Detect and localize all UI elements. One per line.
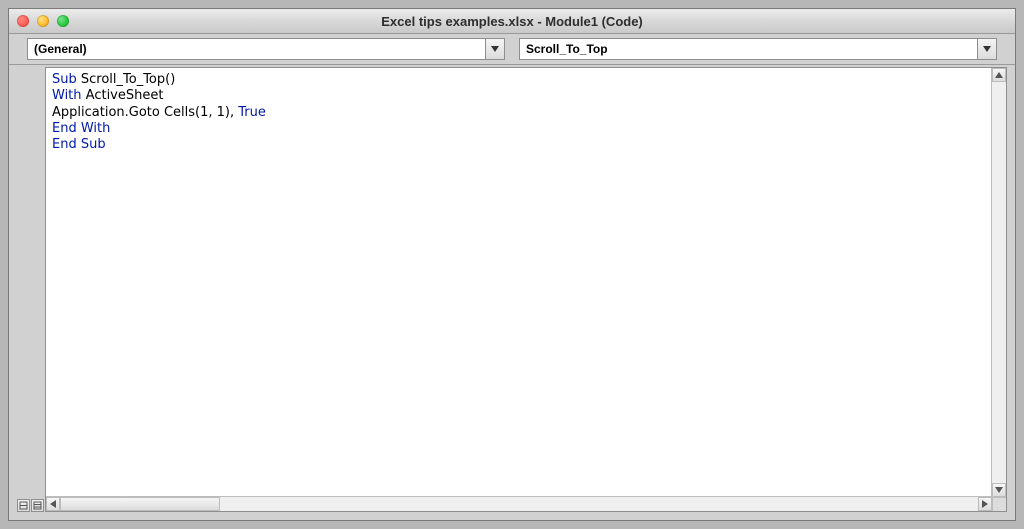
scroll-down-icon[interactable] (992, 483, 1006, 497)
code-keyword: With (52, 88, 82, 103)
traffic-lights (17, 15, 69, 27)
code-text: Application.Goto Cells(1, 1), (52, 105, 238, 120)
scroll-up-icon[interactable] (992, 68, 1006, 82)
code-keyword: End With (52, 121, 110, 136)
zoom-icon[interactable] (57, 15, 69, 27)
code-keyword: True (238, 105, 266, 120)
close-icon[interactable] (17, 15, 29, 27)
code-keyword: End Sub (52, 137, 106, 152)
full-module-view-button[interactable] (31, 499, 44, 512)
minimize-icon[interactable] (37, 15, 49, 27)
code-keyword: Sub (52, 72, 77, 87)
code-text: ActiveSheet (82, 88, 164, 103)
chevron-down-icon[interactable] (485, 39, 504, 59)
view-toggle-gutter (17, 498, 45, 512)
title-bar[interactable]: Excel tips examples.xlsx - Module1 (Code… (9, 9, 1015, 34)
scope-dropdown-value: (General) (28, 42, 485, 56)
procedure-dropdown-value: Scroll_To_Top (520, 42, 977, 56)
window-title: Excel tips examples.xlsx - Module1 (Code… (381, 14, 643, 29)
procedure-dropdown[interactable]: Scroll_To_Top (519, 38, 997, 60)
horizontal-scroll-thumb[interactable] (60, 497, 220, 511)
editor-frame: Sub Scroll_To_Top() With ActiveSheet App… (45, 67, 1007, 512)
chevron-down-icon[interactable] (977, 39, 996, 59)
dropdown-bar: (General) Scroll_To_Top (9, 34, 1015, 65)
code-window: Excel tips examples.xlsx - Module1 (Code… (8, 8, 1016, 521)
scroll-corner (992, 497, 1006, 511)
content-area: Sub Scroll_To_Top() With ActiveSheet App… (17, 67, 1007, 512)
procedure-view-button[interactable] (17, 499, 30, 512)
scroll-right-icon[interactable] (978, 497, 992, 511)
vertical-scrollbar[interactable] (991, 68, 1006, 497)
code-editor[interactable]: Sub Scroll_To_Top() With ActiveSheet App… (46, 68, 992, 497)
horizontal-scroll-track[interactable] (60, 497, 978, 511)
scroll-left-icon[interactable] (46, 497, 60, 511)
horizontal-scrollbar[interactable] (46, 496, 992, 511)
code-text: Scroll_To_Top() (77, 72, 176, 87)
scope-dropdown[interactable]: (General) (27, 38, 505, 60)
